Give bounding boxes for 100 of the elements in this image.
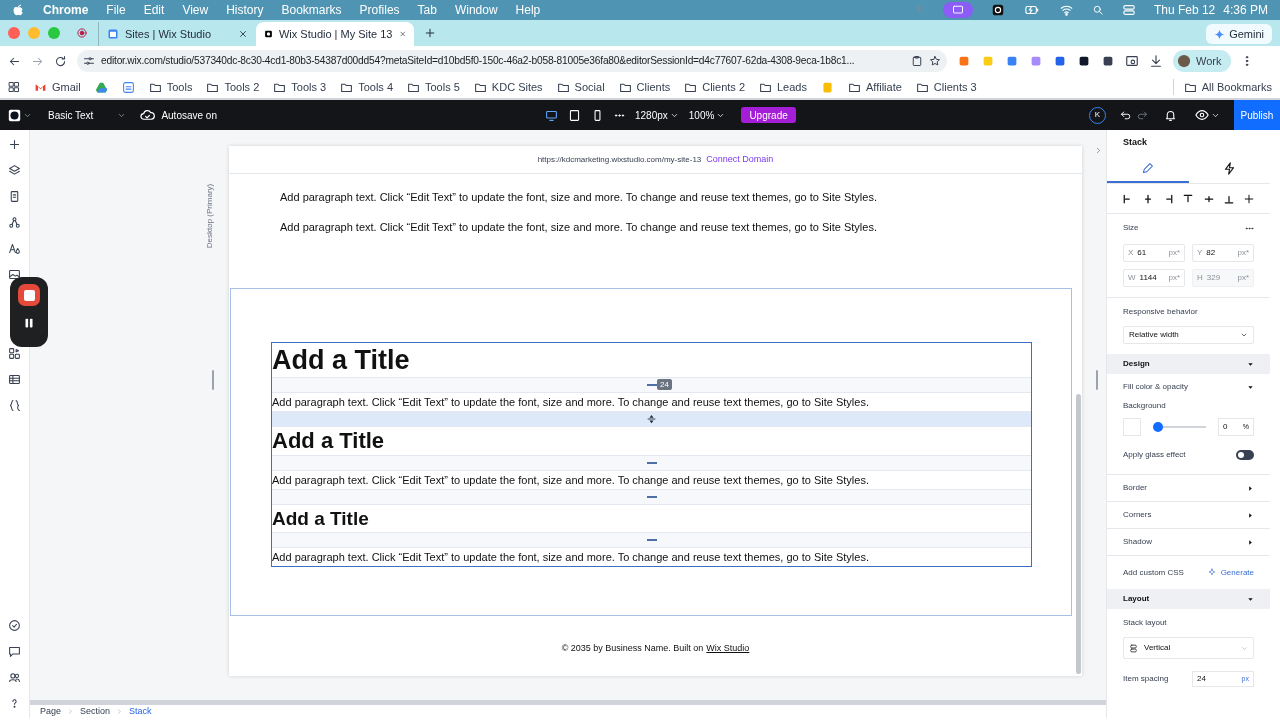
bookmark[interactable]: Clients	[618, 78, 671, 96]
section-header[interactable]: Layout	[1107, 589, 1270, 609]
battery-icon[interactable]	[1022, 3, 1041, 17]
page-icon[interactable]	[8, 190, 21, 203]
site-logo-icon[interactable]	[8, 108, 21, 122]
breadcrumb[interactable]: Stack	[129, 704, 152, 719]
eye-icon[interactable]	[1195, 108, 1209, 122]
zoom-dropdown[interactable]: 100%	[688, 107, 726, 123]
community-icon[interactable]	[8, 671, 21, 684]
section-header[interactable]: Design	[1107, 354, 1270, 374]
element-dropdown[interactable]: Basic Text	[48, 107, 127, 123]
profile-button[interactable]: Work	[1173, 50, 1232, 72]
control-center-icon[interactable]	[1121, 3, 1136, 17]
browser-tab[interactable]: Wix Studio | My Site 13	[256, 22, 414, 46]
stop-recording-button[interactable]	[18, 284, 40, 306]
breadcrumb[interactable]: Page	[40, 704, 62, 719]
bookmark[interactable]: Clients 2	[684, 78, 745, 96]
checklist-icon[interactable]	[8, 619, 21, 632]
calendar-icon[interactable]	[121, 80, 135, 94]
size-field[interactable]: Y 82 px*	[1192, 244, 1254, 262]
fill-row[interactable]: Fill color & opacity	[1107, 374, 1270, 400]
layers-icon[interactable]	[8, 164, 21, 177]
bell-icon[interactable]	[1164, 108, 1177, 122]
all-bookmarks-button[interactable]: All Bookmarks	[1172, 78, 1272, 96]
bookmark[interactable]: Tools 2	[206, 78, 260, 96]
resize-handle[interactable]	[212, 370, 214, 390]
close-icon[interactable]	[398, 29, 406, 39]
collapsible-row[interactable]: Corners	[1107, 502, 1270, 529]
gap-handle[interactable]	[646, 384, 657, 386]
bookmark[interactable]: Tools 5	[407, 78, 460, 96]
align-right-icon[interactable]	[1163, 193, 1174, 204]
bookmark[interactable]: Leads	[759, 78, 807, 96]
record-icon[interactable]	[76, 27, 88, 39]
sitemap-icon[interactable]	[8, 216, 21, 229]
add-icon[interactable]	[8, 138, 21, 151]
bookmark[interactable]: Tools	[148, 78, 193, 96]
apps-grid-icon[interactable]	[8, 81, 20, 93]
extension-icon[interactable]	[1077, 54, 1091, 68]
redo-icon[interactable]	[1136, 109, 1148, 121]
generate-button[interactable]: Generate	[1207, 566, 1254, 579]
mobile-view-icon[interactable]	[591, 108, 604, 122]
search-icon[interactable]	[1091, 4, 1104, 16]
connect-domain-link[interactable]: Connect Domain	[706, 152, 774, 167]
stack-container[interactable]	[271, 342, 1032, 567]
table-icon[interactable]	[8, 373, 21, 386]
app-icon[interactable]	[990, 3, 1005, 17]
bookmark[interactable]: KDC Sites	[473, 78, 543, 96]
extension-icon[interactable]	[1101, 54, 1115, 68]
gemini-button[interactable]: Gemini	[1206, 24, 1272, 44]
desktop-view-icon[interactable]	[545, 108, 558, 122]
collapsible-row[interactable]: Shadow	[1107, 529, 1270, 556]
bookmark[interactable]: Tools 3	[273, 78, 327, 96]
scrollbar[interactable]	[1076, 394, 1081, 674]
distribute-icon[interactable]	[1243, 193, 1254, 204]
bookmark[interactable]: Clients 3	[915, 78, 977, 96]
width-dropdown[interactable]: 1280px	[635, 107, 679, 123]
align-center-icon[interactable]	[1143, 193, 1154, 204]
align-left-icon[interactable]	[1123, 193, 1133, 204]
size-field[interactable]: X 61 px*	[1123, 244, 1185, 262]
text-theme-icon[interactable]	[8, 242, 21, 255]
close-icon[interactable]	[238, 29, 248, 39]
code-braces-icon[interactable]	[8, 399, 21, 412]
publish-button[interactable]: Publish	[1234, 100, 1280, 130]
tab-search-icon[interactable]	[1125, 54, 1139, 68]
size-field[interactable]: W 1144 px*	[1123, 269, 1185, 287]
footer-link[interactable]: Wix Studio	[706, 642, 750, 656]
bookmark[interactable]: Social	[556, 78, 605, 96]
clipboard-icon[interactable]	[911, 55, 923, 67]
responsive-dropdown[interactable]: Relative width	[1123, 326, 1254, 344]
color-swatch[interactable]	[1123, 418, 1141, 436]
screen-share-button[interactable]	[942, 2, 973, 18]
toggle-switch[interactable]	[1236, 450, 1254, 460]
stack-layout-dropdown[interactable]: Vertical	[1123, 637, 1254, 659]
address-bar[interactable]: editor.wix.com/studio/537340dc-8c30-4cd1-80b3-54387d00dd54?metaSiteId=d10bd5f0-150c-46a2-b058-81005e36fa80&editorSessionId=d4c77607-62da-4308-9eca-1b8c1...	[77, 50, 947, 72]
bookmark[interactable]: Affiliate	[848, 78, 902, 96]
triangle-icon[interactable]	[94, 80, 108, 94]
bookmark[interactable]: Tools 4	[340, 78, 393, 96]
plus-icon[interactable]	[424, 27, 436, 39]
collapsible-row[interactable]: Border	[1107, 475, 1270, 502]
download-icon[interactable]	[1149, 54, 1163, 68]
align-top-icon[interactable]	[1183, 193, 1194, 204]
resize-handle[interactable]	[1096, 370, 1098, 390]
align-bottom-icon[interactable]	[1223, 193, 1234, 204]
upgrade-button[interactable]: Upgrade	[741, 107, 796, 123]
undo-icon[interactable]	[1120, 109, 1132, 121]
slider-thumb[interactable]	[1153, 422, 1163, 432]
breadcrumb[interactable]: Section	[80, 704, 111, 719]
chat-icon[interactable]	[8, 645, 21, 658]
star-icon[interactable]	[929, 55, 941, 67]
gap-handle[interactable]	[646, 496, 657, 498]
recording-controls[interactable]	[10, 277, 48, 347]
apps-icon[interactable]	[8, 347, 21, 360]
reload-icon[interactable]	[54, 54, 67, 68]
gap-handle[interactable]	[646, 539, 657, 541]
image-icon[interactable]	[8, 268, 21, 281]
gap-handle[interactable]	[646, 462, 657, 464]
align-middle-icon[interactable]	[1203, 193, 1214, 204]
tablet-view-icon[interactable]	[568, 108, 581, 122]
wifi-icon[interactable]	[1058, 3, 1074, 17]
bookmark[interactable]: Gmail	[34, 78, 81, 96]
